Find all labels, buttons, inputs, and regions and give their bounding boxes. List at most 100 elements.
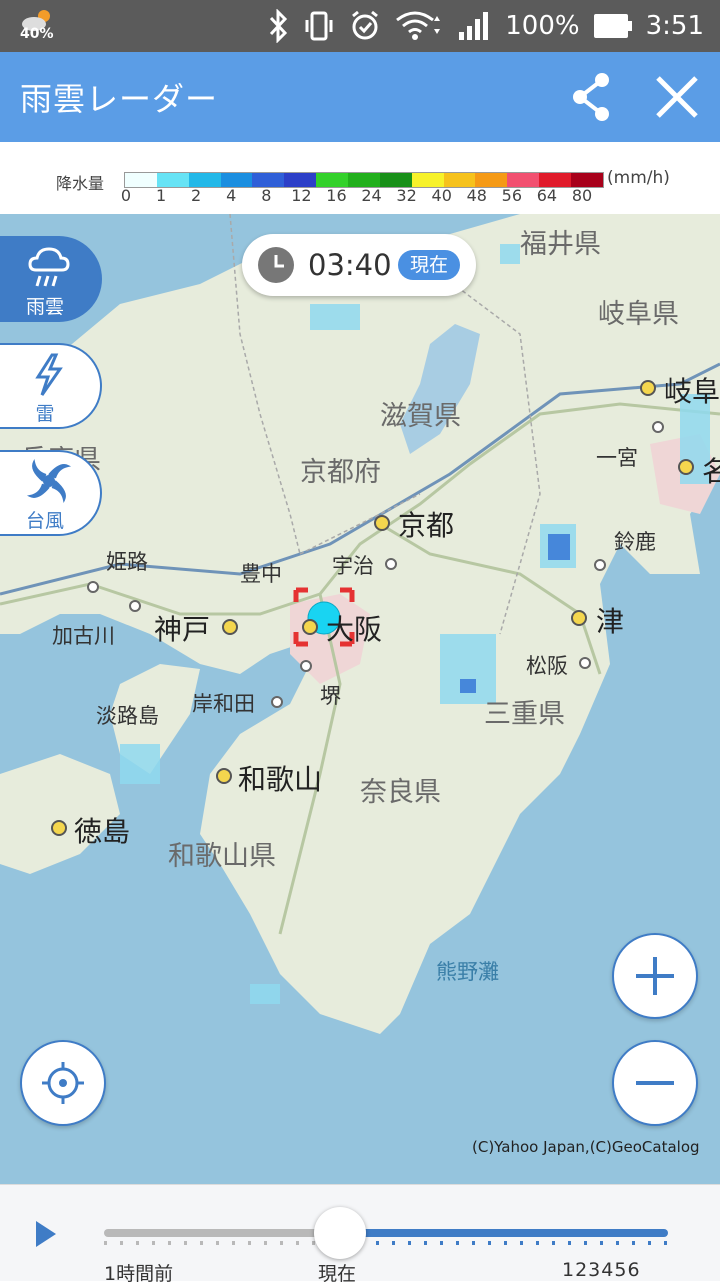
label-wakayama-pref: 和歌山県: [168, 841, 276, 872]
zoom-in-button[interactable]: [612, 933, 698, 1019]
timeline-slider-thumb[interactable]: [314, 1207, 366, 1259]
legend-unit: (mm/h): [607, 168, 670, 188]
wifi-icon: [396, 11, 441, 40]
legend-color-0: [125, 173, 157, 187]
weather-percent: 40%: [20, 26, 54, 42]
timeline-tick: [168, 1241, 171, 1245]
label-toyonaka: 豊中: [240, 562, 282, 586]
now-badge: 現在: [398, 250, 460, 280]
legend-tick: 12: [291, 186, 312, 205]
label-ichinomiya: 一宮: [596, 446, 638, 470]
timeline-tick: [136, 1241, 139, 1245]
legend-color-2: [188, 173, 221, 187]
bluetooth-icon: [270, 9, 288, 43]
plus-icon: [636, 957, 674, 995]
timeline-start-label: 1時間前: [104, 1263, 174, 1285]
timeline-tick: [392, 1241, 395, 1245]
map-graphic: [0, 214, 720, 1034]
label-tokushima: 徳島: [74, 815, 131, 848]
legend-color-5: [284, 173, 317, 187]
timeline-tick: [568, 1241, 571, 1245]
label-kyoto: 京都: [398, 509, 455, 542]
label-kobe: 神戸: [154, 613, 211, 646]
label-shiga: 滋賀県: [380, 401, 461, 432]
label-himeji: 姫路: [106, 550, 148, 574]
legend-color-1: [156, 173, 189, 187]
timeline-tick: [632, 1241, 635, 1245]
legend-tick: 80: [571, 186, 593, 205]
close-icon[interactable]: [650, 70, 704, 124]
timeline-tick: [120, 1241, 123, 1245]
timeline-tick: [664, 1241, 667, 1245]
timeline-tick: [280, 1241, 283, 1245]
alarm-icon: [352, 10, 379, 40]
battery-icon: [593, 14, 632, 38]
tab-thunder-label: 雷: [35, 403, 55, 425]
zoom-out-button[interactable]: [612, 1040, 698, 1126]
label-tsu: 津: [596, 605, 625, 638]
radar-map[interactable]: 福井県 岐阜県 滋賀県 京都府 兵庫県 三重県 奈良県 和歌山県 岐阜 京都 名…: [0, 214, 720, 1184]
label-gifu-pref: 岐阜県: [598, 299, 679, 330]
timeline-tick: [488, 1241, 491, 1245]
radar-time: 03:40: [308, 248, 392, 282]
legend-color-4: [252, 173, 285, 187]
tab-typhoon[interactable]: 台風: [0, 450, 102, 536]
share-icon[interactable]: [568, 70, 616, 124]
clock-icon: [258, 247, 294, 283]
battery-percent: 100%: [505, 11, 580, 41]
tab-rain-cloud[interactable]: 雨雲: [0, 236, 102, 322]
legend-tick: 0: [120, 186, 132, 205]
timeline-tick: [408, 1241, 411, 1245]
timeline-tick: [104, 1241, 107, 1245]
legend-color-3: [220, 173, 253, 187]
legend-tick: 32: [396, 186, 417, 205]
app-bar: 雨雲レーダー: [0, 52, 720, 142]
label-wakayama: 和歌山: [238, 763, 323, 796]
legend-tick: 24: [361, 186, 382, 205]
crosshair-icon: [42, 1062, 84, 1104]
app-title: 雨雲レーダー: [20, 80, 219, 118]
legend-tick: 64: [536, 186, 558, 205]
label-kishiwada: 岸和田: [192, 692, 255, 716]
legend-tick: 1: [155, 186, 167, 205]
legend-color-10: [443, 173, 476, 187]
legend-color-7: [348, 173, 380, 187]
timeline-bar: 1時間前 現在 123456: [0, 1184, 720, 1285]
timeline-tick: [376, 1241, 379, 1245]
legend-color-8: [379, 173, 412, 187]
timeline-tick: [472, 1241, 475, 1245]
timeline-tick: [584, 1241, 587, 1245]
signal-icon: [459, 12, 489, 40]
timeline-tick: [248, 1241, 251, 1245]
timeline-tick: [616, 1241, 619, 1245]
timeline-tick: [600, 1241, 603, 1245]
status-bar: 40% 100% 3:51: [0, 0, 720, 52]
legend-color-12: [507, 173, 540, 187]
precipitation-legend: 降水量 0 1 2 4 8 12 16 24 32 40 48 56 64 80 (mm/h): [0, 142, 720, 215]
timeline-future-track[interactable]: [340, 1229, 668, 1237]
current-location-button[interactable]: [20, 1040, 106, 1126]
legend-color-6: [316, 173, 349, 187]
label-awaji: 淡路島: [96, 704, 159, 728]
timeline-past-track[interactable]: [104, 1229, 340, 1237]
label-kyoto-pref: 京都府: [300, 457, 381, 488]
label-kumano-sea: 熊野灘: [436, 960, 499, 984]
label-suzuka: 鈴鹿: [614, 530, 656, 554]
legend-tick: 56: [501, 186, 523, 205]
legend-label: 降水量: [56, 174, 105, 193]
legend-tick: 16: [326, 186, 347, 205]
play-icon[interactable]: [34, 1219, 58, 1249]
tab-thunder[interactable]: 雷: [0, 343, 102, 429]
legend-color-9: [411, 173, 444, 187]
label-fukui: 福井県: [520, 229, 601, 260]
timeline-tick: [264, 1241, 267, 1245]
legend-color-13: [539, 173, 572, 187]
minus-icon: [636, 1081, 674, 1085]
timeline-tick: [520, 1241, 523, 1245]
status-clock: 3:51: [645, 11, 704, 41]
legend-tick: 48: [466, 186, 487, 205]
timeline-end-label: 123456: [562, 1259, 641, 1281]
map-copyright: (C)Yahoo Japan,(C)GeoCatalog: [472, 1138, 700, 1156]
lightning-icon: [35, 353, 63, 396]
vibrate-icon: [305, 11, 333, 41]
